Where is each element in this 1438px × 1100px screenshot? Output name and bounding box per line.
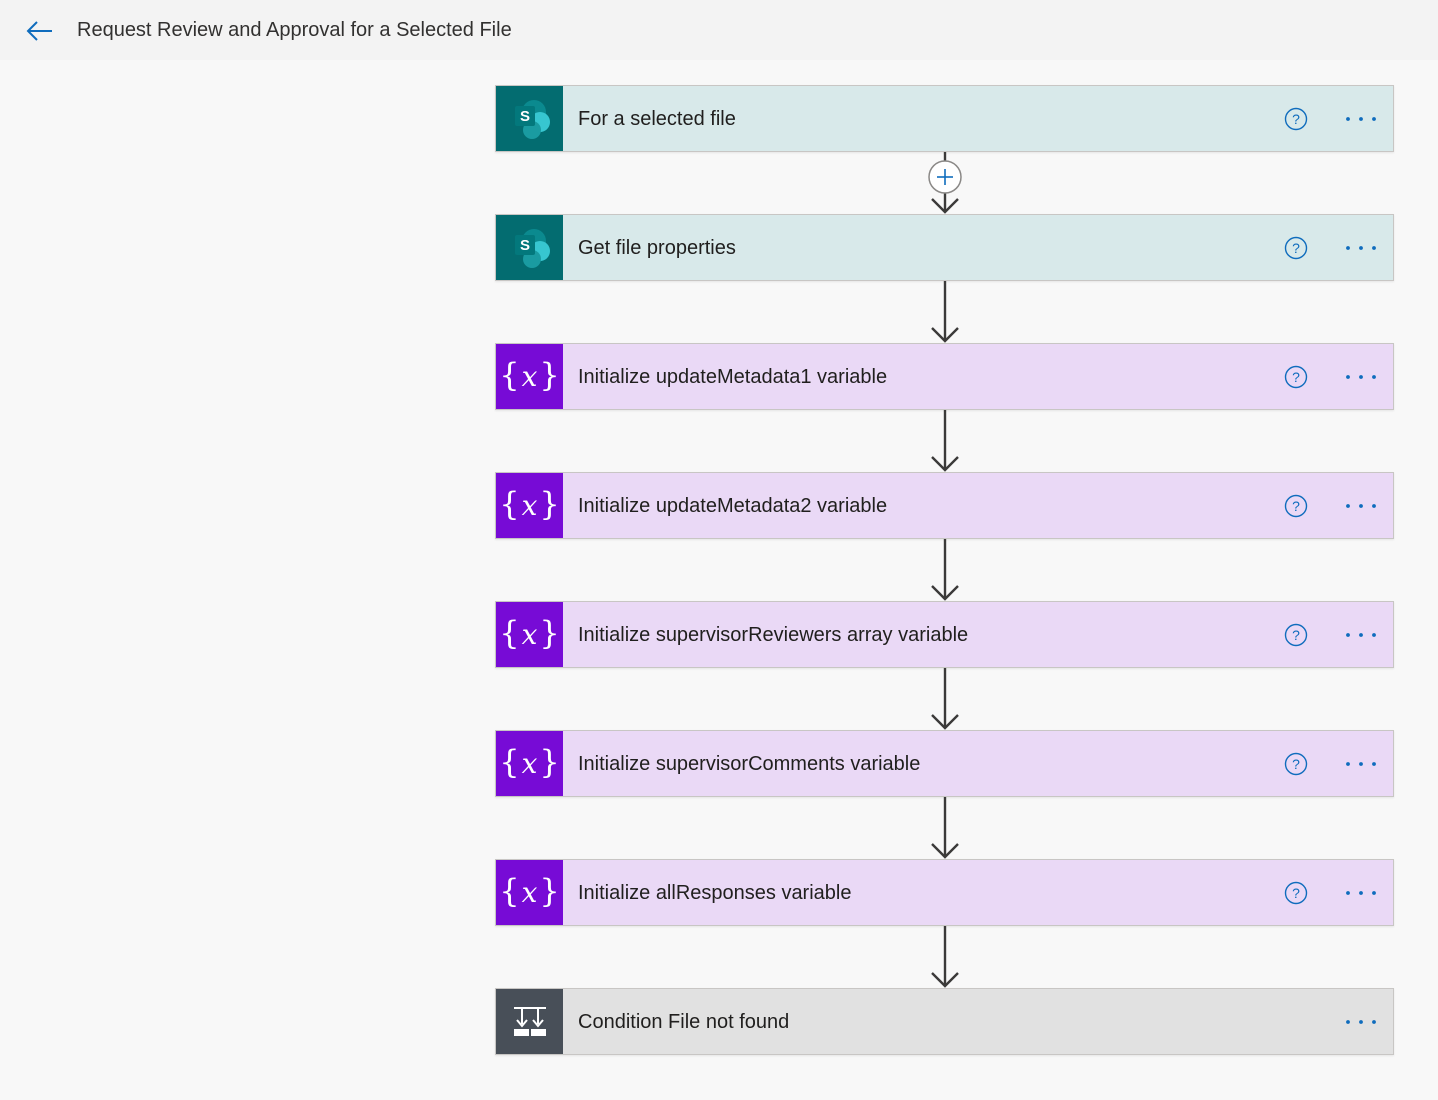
more-options-button[interactable] <box>1342 235 1382 261</box>
arrow-down-icon <box>931 668 959 730</box>
help-button[interactable]: ? <box>1284 236 1308 260</box>
arrow-down-icon <box>931 539 959 601</box>
back-button[interactable] <box>22 14 56 48</box>
step-icon-tile: {x} <box>496 344 563 409</box>
help-icon: ? <box>1284 623 1308 647</box>
more-options-icon <box>1346 891 1376 895</box>
help-button[interactable]: ? <box>1284 881 1308 905</box>
help-button[interactable]: ? <box>1284 752 1308 776</box>
step-icon-tile <box>496 989 563 1054</box>
help-icon: ? <box>1284 236 1308 260</box>
flow-step-card[interactable]: {x} Initialize supervisorReviewers array … <box>495 601 1394 668</box>
flow-step-card[interactable]: Condition File not found <box>495 988 1394 1055</box>
help-icon: ? <box>1284 107 1308 131</box>
sharepoint-icon: S <box>514 99 550 139</box>
arrow-left-icon <box>26 21 52 41</box>
top-bar: Request Review and Approval for a Select… <box>0 0 1438 60</box>
sharepoint-icon: S <box>514 228 550 268</box>
page-title: Request Review and Approval for a Select… <box>77 19 512 41</box>
step-icon-tile: S <box>496 86 563 151</box>
more-options-icon <box>1346 375 1376 379</box>
more-options-button[interactable] <box>1342 880 1382 906</box>
flow-step-card[interactable]: {x} Initialize allResponses variable? <box>495 859 1394 926</box>
step-title: Initialize allResponses variable <box>578 882 852 904</box>
help-icon: ? <box>1284 365 1308 389</box>
step-connector <box>930 410 960 472</box>
svg-text:S: S <box>519 108 529 125</box>
insert-step-button[interactable] <box>927 159 963 195</box>
condition-icon <box>513 1006 546 1036</box>
step-title: For a selected file <box>578 108 736 130</box>
step-icon-tile: S <box>496 215 563 280</box>
step-title: Condition File not found <box>578 1011 790 1033</box>
arrow-down-icon <box>931 281 959 343</box>
more-options-icon <box>1346 246 1376 250</box>
svg-text:?: ? <box>1292 756 1300 772</box>
variable-icon: {x} <box>499 613 560 652</box>
arrow-down-icon <box>931 410 959 472</box>
more-options-icon <box>1346 633 1376 637</box>
svg-text:?: ? <box>1292 369 1300 385</box>
step-icon-tile: {x} <box>496 473 563 538</box>
help-icon: ? <box>1284 881 1308 905</box>
svg-text:?: ? <box>1292 498 1300 514</box>
svg-text:?: ? <box>1292 885 1300 901</box>
flow-canvas: S For a selected file? S Get file propertie… <box>0 60 1438 1100</box>
arrow-down-icon <box>931 797 959 859</box>
flow-step-card[interactable]: {x} Initialize supervisorComments variabl… <box>495 730 1394 797</box>
step-connector <box>930 668 960 730</box>
svg-text:?: ? <box>1292 627 1300 643</box>
variable-icon: {x} <box>499 871 560 910</box>
arrow-down-icon <box>931 926 959 988</box>
help-button[interactable]: ? <box>1284 494 1308 518</box>
step-title: Initialize updateMetadata2 variable <box>578 495 888 517</box>
svg-text:?: ? <box>1292 111 1300 127</box>
step-connector <box>930 539 960 601</box>
more-options-button[interactable] <box>1342 622 1382 648</box>
flow-step-card[interactable]: {x} Initialize updateMetadata1 variable? <box>495 343 1394 410</box>
more-options-icon <box>1346 504 1376 508</box>
flow-step-card[interactable]: {x} Initialize updateMetadata2 variable? <box>495 472 1394 539</box>
svg-text:S: S <box>519 237 529 254</box>
step-icon-tile: {x} <box>496 602 563 667</box>
step-connector <box>930 281 960 343</box>
svg-text:?: ? <box>1292 240 1300 256</box>
plus-icon <box>928 160 962 194</box>
help-icon: ? <box>1284 494 1308 518</box>
step-icon-tile: {x} <box>496 860 563 925</box>
step-connector <box>930 926 960 988</box>
more-options-button[interactable] <box>1342 106 1382 132</box>
variable-icon: {x} <box>499 355 560 394</box>
flow-step-card[interactable]: S For a selected file? <box>495 85 1394 152</box>
variable-icon: {x} <box>499 742 560 781</box>
help-button[interactable]: ? <box>1284 623 1308 647</box>
step-icon-tile: {x} <box>496 731 563 796</box>
insert-step-connector <box>927 152 963 214</box>
more-options-icon <box>1346 762 1376 766</box>
more-options-button[interactable] <box>1342 1009 1382 1035</box>
help-button[interactable]: ? <box>1284 107 1308 131</box>
step-connector <box>930 797 960 859</box>
more-options-button[interactable] <box>1342 493 1382 519</box>
more-options-button[interactable] <box>1342 364 1382 390</box>
step-title: Initialize supervisorComments variable <box>578 753 921 775</box>
step-title: Initialize updateMetadata1 variable <box>578 366 888 388</box>
more-options-icon <box>1346 117 1376 121</box>
step-title: Get file properties <box>578 237 736 259</box>
step-title: Initialize supervisorReviewers array var… <box>578 624 969 646</box>
help-button[interactable]: ? <box>1284 365 1308 389</box>
variable-icon: {x} <box>499 484 560 523</box>
more-options-icon <box>1346 1020 1376 1024</box>
more-options-button[interactable] <box>1342 751 1382 777</box>
help-icon: ? <box>1284 752 1308 776</box>
flow-step-card[interactable]: S Get file properties? <box>495 214 1394 281</box>
